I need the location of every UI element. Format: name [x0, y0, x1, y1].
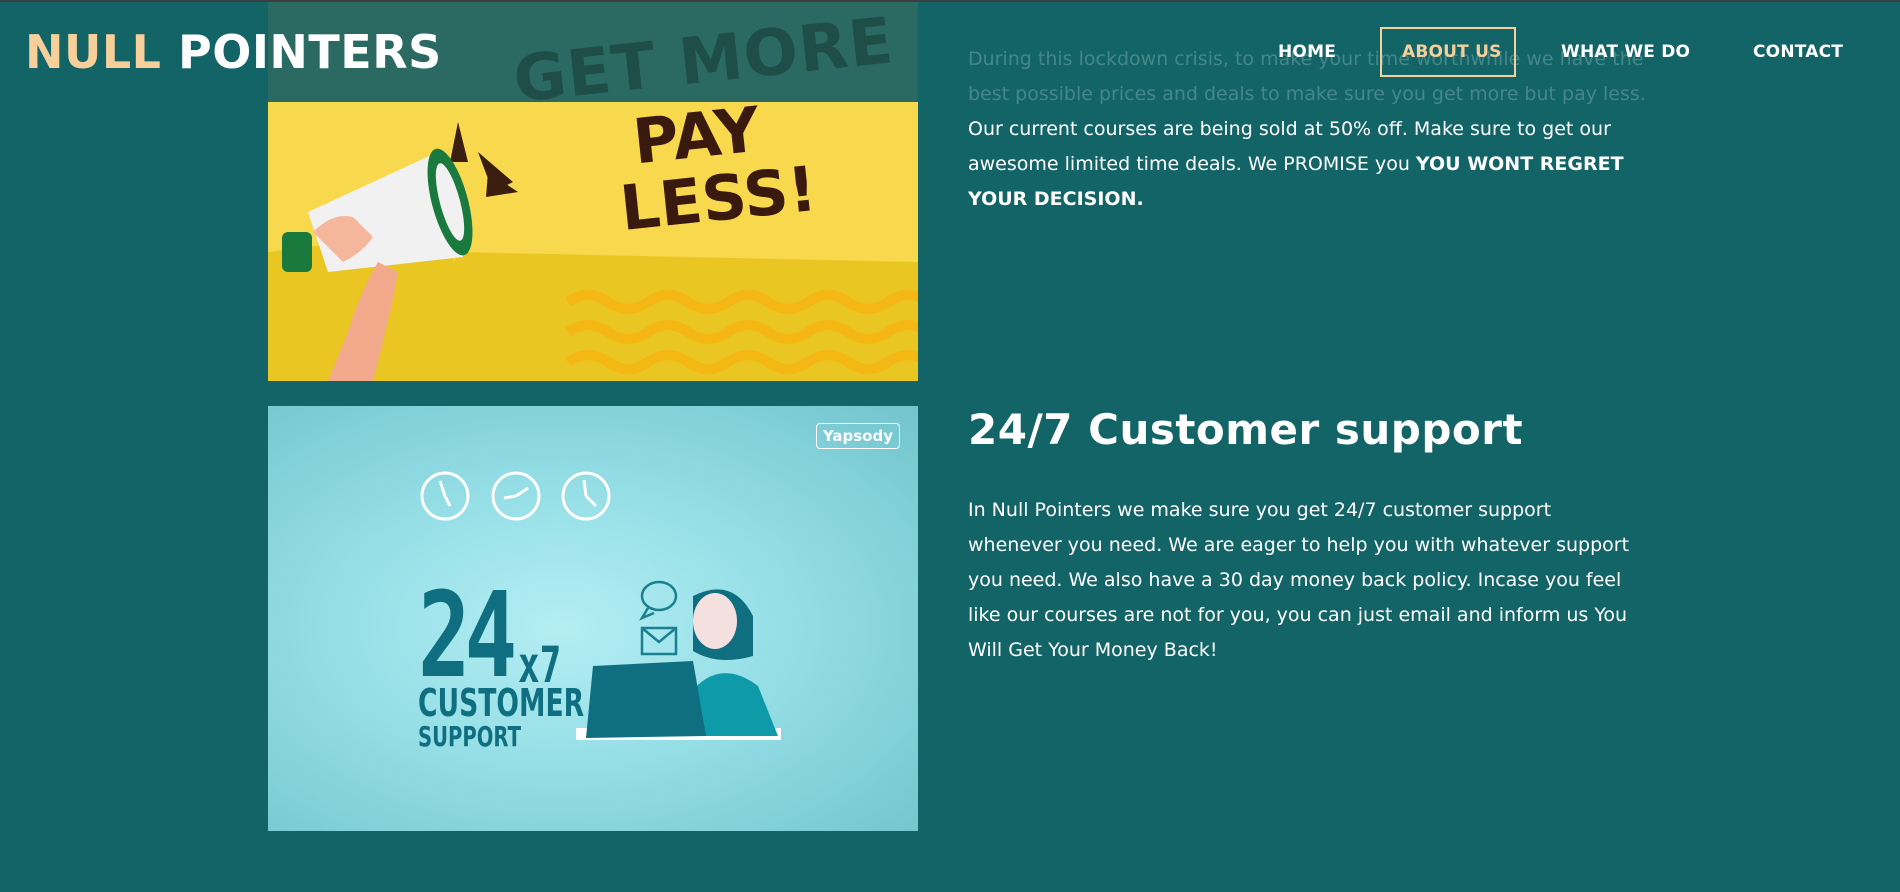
nav-what-we-do[interactable]: WHAT WE DO: [1561, 27, 1690, 77]
nav-contact[interactable]: CONTACT: [1753, 27, 1843, 77]
support-caption-customer: CUSTOMER: [418, 681, 585, 725]
main-nav: HOME ABOUT US WHAT WE DO CONTACT: [0, 27, 1900, 79]
site-header: NULL POINTERS HOME ABOUT US WHAT WE DO C…: [0, 0, 1900, 102]
nav-home[interactable]: HOME: [1278, 27, 1336, 77]
support-heading-block: 24/7 Customer support: [968, 403, 1648, 457]
support-caption-support: SUPPORT: [418, 720, 522, 753]
nav-about-us[interactable]: ABOUT US: [1380, 27, 1516, 77]
window-top-border: [0, 0, 1900, 2]
customer-support-image: Yapsody 24 x7 CUSTOMER SUPPORT: [268, 406, 918, 831]
support-heading: 24/7 Customer support: [968, 405, 1524, 454]
support-paragraph: In Null Pointers we make sure you get 24…: [968, 499, 1630, 661]
customer-support-agent-icon: [420, 471, 781, 740]
support-text-block: In Null Pointers we make sure you get 24…: [968, 493, 1648, 668]
